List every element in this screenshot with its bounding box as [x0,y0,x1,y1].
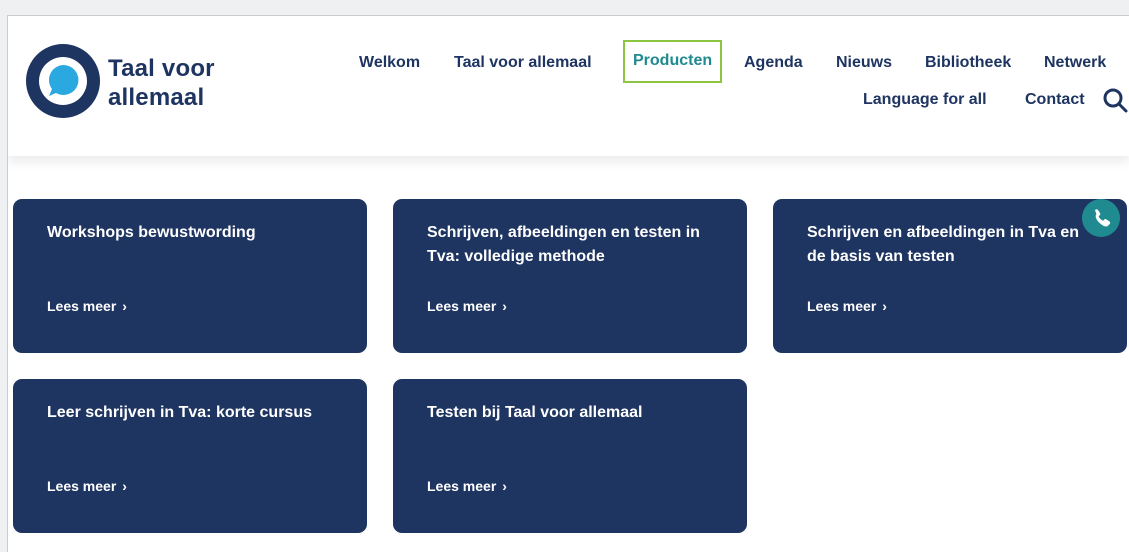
chevron-right-icon: › [502,298,507,314]
search-icon[interactable] [1102,87,1128,113]
nav-item-bibliotheek[interactable]: Bibliotheek [925,54,1011,72]
card-title: Workshops bewustwording [47,224,256,241]
nav-item-netwerk[interactable]: Netwerk [1044,54,1106,72]
read-more-link[interactable]: Lees meer › [47,298,127,314]
phone-icon[interactable] [1082,199,1120,237]
nav-item-taal-voor-allemaal[interactable]: Taal voor allemaal [454,54,592,72]
site-header: Taal voor allemaal Welkom Taal voor alle… [8,16,1129,156]
nav-item-welkom[interactable]: Welkom [359,54,420,72]
product-card[interactable]: Testen bij Taal voor allemaal Lees meer › [393,379,747,533]
nav-item-contact[interactable]: Contact [1025,91,1085,109]
nav-item-nieuws[interactable]: Nieuws [836,54,892,72]
product-card[interactable]: Schrijven, afbeeldingen en testen in Tva… [393,199,747,353]
card-title: Leer schrijven in Tva: korte cursus [47,404,312,421]
nav-item-producten[interactable]: Producten [623,40,723,83]
read-more-label: Lees meer [807,298,877,314]
read-more-link[interactable]: Lees meer › [47,478,127,494]
card-title: Testen bij Taal voor allemaal [427,404,643,421]
browser-window: Taal voor allemaal Welkom Taal voor alle… [7,15,1129,552]
brand-name[interactable]: Taal voor allemaal [108,54,215,112]
chevron-right-icon: › [122,478,127,494]
brand-line-2: allemaal [108,84,205,111]
nav-item-language-for-all[interactable]: Language for all [863,91,987,109]
read-more-link[interactable]: Lees meer › [807,298,887,314]
read-more-label: Lees meer [427,298,497,314]
product-card[interactable]: Leer schrijven in Tva: korte cursus Lees… [13,379,367,533]
read-more-link[interactable]: Lees meer › [427,298,507,314]
read-more-link[interactable]: Lees meer › [427,478,507,494]
speech-bubble-logo-icon[interactable] [25,43,101,119]
chevron-right-icon: › [122,298,127,314]
product-card[interactable]: Workshops bewustwording Lees meer › [13,199,367,353]
nav-item-agenda[interactable]: Agenda [744,54,803,72]
product-grid: Workshops bewustwording Lees meer › Schri… [8,156,1129,552]
card-title: Schrijven, afbeeldingen en testen in Tva… [427,224,700,265]
card-title: Schrijven en afbeeldingen in Tva en de b… [807,224,1080,265]
read-more-label: Lees meer [47,298,117,314]
product-card[interactable]: Schrijven en afbeeldingen in Tva en de b… [773,199,1127,353]
read-more-label: Lees meer [47,478,117,494]
brand-line-1: Taal voor [108,55,215,82]
chevron-right-icon: › [882,298,887,314]
read-more-label: Lees meer [427,478,497,494]
chevron-right-icon: › [502,478,507,494]
